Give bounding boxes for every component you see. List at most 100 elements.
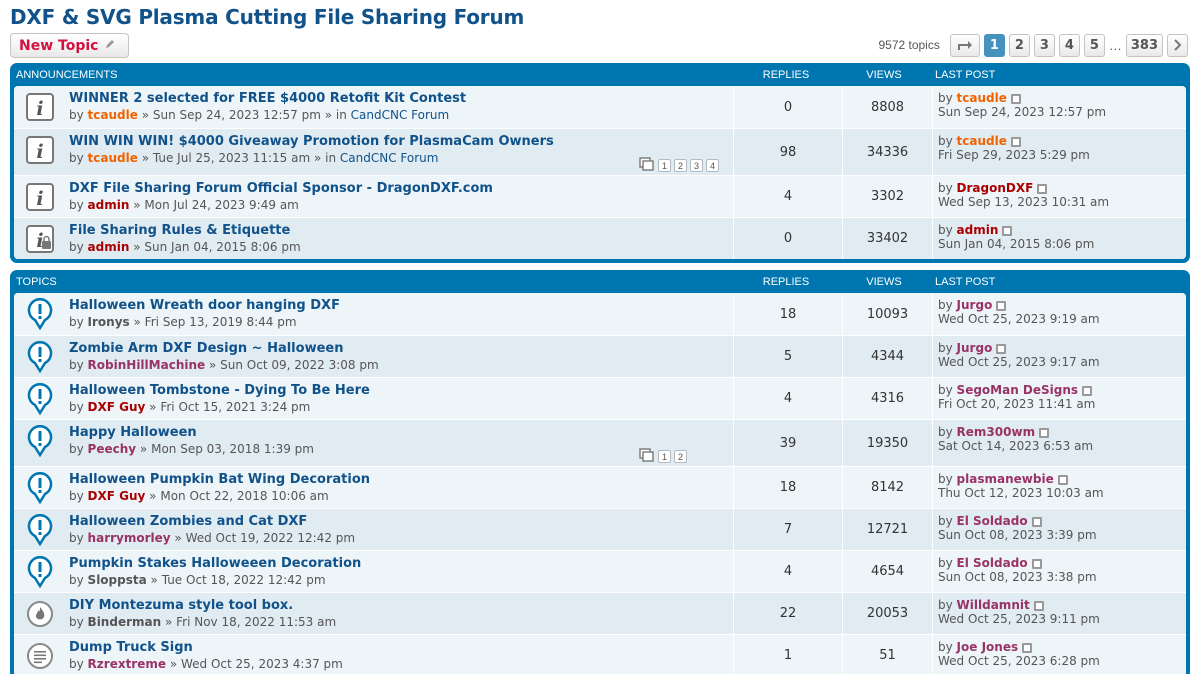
topic-title-link[interactable]: Halloween Wreath door hanging DXF	[69, 298, 340, 313]
last-poster-link[interactable]: El Soldado	[957, 514, 1028, 528]
author-link[interactable]: tcaudle	[88, 108, 138, 122]
last-poster-link[interactable]: DragonDXF	[957, 181, 1034, 195]
topic-page-link[interactable]: 1	[658, 450, 671, 463]
topic-byline: by Ironys » Fri Sep 13, 2019 8:44 pm	[69, 315, 297, 329]
topic-title-link[interactable]: DIY Montezuma style tool box.	[69, 598, 336, 613]
pages-icon	[639, 157, 655, 174]
topic-byline: by RobinHillMachine » Sun Oct 09, 2022 3…	[69, 358, 379, 372]
reply-count: 0	[733, 86, 843, 128]
post-date: Sun Sep 24, 2023 12:57 pm	[152, 108, 321, 122]
topic-title-link[interactable]: Happy Halloween	[69, 425, 314, 440]
view-latest-post-icon[interactable]	[1022, 642, 1033, 653]
last-post-date: Sun Sep 24, 2023 12:57 pm	[938, 105, 1107, 119]
view-latest-post-icon[interactable]	[1037, 183, 1048, 194]
author-link[interactable]: tcaudle	[88, 151, 138, 165]
reply-count: 4	[733, 378, 843, 419]
forum-location-link[interactable]: CandCNC Forum	[351, 108, 450, 122]
topic-row: Zombie Arm DXF Design ~ Halloween by Robi…	[14, 335, 1186, 377]
last-poster-link[interactable]: Jurgo	[957, 341, 993, 355]
topic-title-link[interactable]: Zombie Arm DXF Design ~ Halloween	[69, 341, 379, 356]
last-poster-link[interactable]: Willdamnit	[957, 598, 1030, 612]
author-link[interactable]: DXF Guy	[88, 400, 146, 414]
view-latest-post-icon[interactable]	[996, 300, 1007, 311]
topic-page-link[interactable]: 2	[674, 159, 687, 172]
last-poster-link[interactable]: admin	[957, 223, 999, 237]
last-poster-link[interactable]: SegoMan DeSigns	[957, 383, 1079, 397]
last-poster-link[interactable]: Rem300wm	[957, 425, 1036, 439]
topic-title-link[interactable]: Halloween Pumpkin Bat Wing Decoration	[69, 472, 370, 487]
view-latest-post-icon[interactable]	[1039, 427, 1050, 438]
last-post-info: by plasmanewbie Thu Oct 12, 2023 10:03 am	[938, 472, 1104, 500]
page-ellipsis: …	[1108, 37, 1122, 53]
last-post-date: Sun Jan 04, 2015 8:06 pm	[938, 237, 1095, 251]
author-link[interactable]: Sloppsta	[88, 573, 147, 587]
view-count: 33402	[843, 218, 933, 259]
forum-location-link[interactable]: CandCNC Forum	[340, 151, 439, 165]
last-poster-link[interactable]: El Soldado	[957, 556, 1028, 570]
last-poster-link[interactable]: tcaudle	[957, 134, 1007, 148]
last-post-heading: LAST POST	[935, 276, 996, 288]
topic-title-link[interactable]: Halloween Tombstone - Dying To Be Here	[69, 383, 370, 398]
view-latest-post-icon[interactable]	[1010, 93, 1021, 104]
view-count: 20053	[843, 593, 933, 634]
author-link[interactable]: admin	[88, 240, 130, 254]
page-2-button[interactable]: 2	[1008, 33, 1030, 57]
alert-pin-icon	[25, 425, 55, 457]
topic-title-link[interactable]: DXF File Sharing Forum Official Sponsor …	[69, 181, 493, 196]
topic-title-link[interactable]: Dump Truck Sign	[69, 640, 343, 655]
topic-title-link[interactable]: WINNER 2 selected for FREE $4000 Retofit…	[69, 91, 466, 106]
last-page-button[interactable]: 383	[1125, 33, 1163, 57]
author-link[interactable]: RobinHillMachine	[88, 358, 206, 372]
announcement-row: i File Sharing Rules & Etiquette by admin …	[14, 217, 1186, 259]
view-latest-post-icon[interactable]	[1031, 516, 1042, 527]
view-latest-post-icon[interactable]	[1031, 558, 1042, 569]
reply-count: 0	[733, 218, 843, 259]
post-date: Sun Oct 09, 2022 3:08 pm	[220, 358, 379, 372]
view-count: 4654	[843, 551, 933, 592]
view-latest-post-icon[interactable]	[1002, 225, 1013, 236]
topic-row: DIY Montezuma style tool box. by Binderma…	[14, 592, 1186, 634]
jump-arrow-icon	[957, 41, 972, 50]
topic-byline: by tcaudle » Tue Jul 25, 2023 11:15 am »…	[69, 151, 439, 165]
topic-title-link[interactable]: Pumpkin Stakes Halloweeen Decoration	[69, 556, 361, 571]
topic-page-link[interactable]: 4	[706, 159, 719, 172]
view-latest-post-icon[interactable]	[1010, 136, 1021, 147]
topic-page-link[interactable]: 2	[674, 450, 687, 463]
author-link[interactable]: admin	[88, 198, 130, 212]
view-latest-post-icon[interactable]	[1057, 474, 1068, 485]
views-heading: VIEWS	[866, 69, 902, 81]
alert-pin-icon	[25, 383, 55, 415]
author-link[interactable]: Ironys	[88, 315, 130, 329]
next-page-button[interactable]	[1167, 33, 1188, 57]
view-count: 12721	[843, 509, 933, 550]
topic-title-link[interactable]: Halloween Zombies and Cat DXF	[69, 514, 355, 529]
topic-title-link[interactable]: WIN WIN WIN! $4000 Giveaway Promotion fo…	[69, 134, 554, 149]
topic-row: Dump Truck Sign by Rzrextreme » Wed Oct 2…	[14, 634, 1186, 674]
announcement-row: i WIN WIN WIN! $4000 Giveaway Promotion f…	[14, 128, 1186, 175]
topic-byline: by Binderman » Fri Nov 18, 2022 11:53 am	[69, 615, 337, 629]
author-link[interactable]: Binderman	[88, 615, 162, 629]
page-1-button[interactable]: 1	[983, 33, 1005, 57]
page-5-button[interactable]: 5	[1083, 33, 1105, 57]
last-poster-link[interactable]: tcaudle	[957, 91, 1007, 105]
jump-to-page-button[interactable]	[949, 33, 980, 57]
author-link[interactable]: harrymorley	[88, 531, 171, 545]
view-latest-post-icon[interactable]	[1033, 600, 1044, 611]
topic-title-link[interactable]: File Sharing Rules & Etiquette	[69, 223, 301, 238]
author-link[interactable]: DXF Guy	[88, 489, 146, 503]
announcements-heading: ANNOUNCEMENTS	[16, 69, 118, 81]
page-4-button[interactable]: 4	[1058, 33, 1080, 57]
author-link[interactable]: Peechy	[88, 442, 137, 456]
last-poster-link[interactable]: Jurgo	[957, 298, 993, 312]
new-topic-button[interactable]: New Topic	[10, 33, 129, 58]
topic-page-link[interactable]: 1	[658, 159, 671, 172]
page-3-button[interactable]: 3	[1033, 33, 1055, 57]
topics-heading: TOPICS	[16, 276, 57, 288]
view-latest-post-icon[interactable]	[996, 343, 1007, 354]
topic-page-link[interactable]: 3	[690, 159, 703, 172]
author-link[interactable]: Rzrextreme	[88, 657, 166, 671]
view-latest-post-icon[interactable]	[1082, 385, 1093, 396]
last-post-date: Sat Oct 14, 2023 6:53 am	[938, 439, 1094, 453]
last-poster-link[interactable]: plasmanewbie	[957, 472, 1054, 486]
last-poster-link[interactable]: Joe Jones	[957, 640, 1019, 654]
